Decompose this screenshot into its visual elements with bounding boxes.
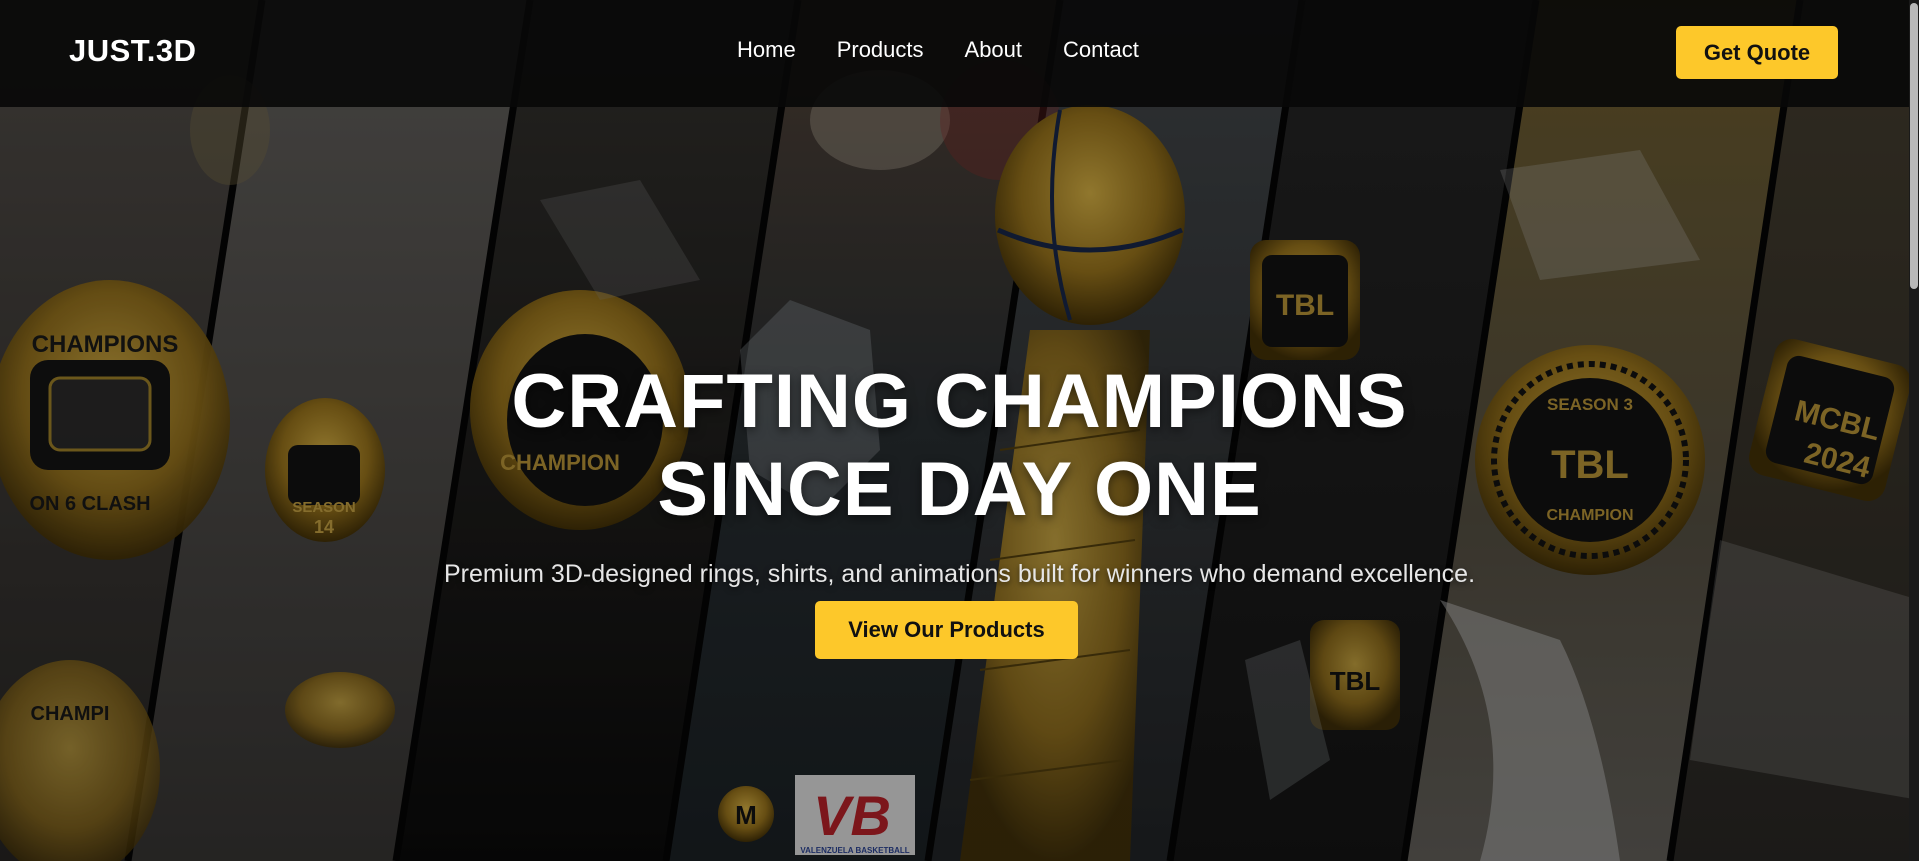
hero-title-line-1: CRAFTING CHAMPIONS: [511, 359, 1408, 444]
hero-subtitle: Premium 3D-designed rings, shirts, and a…: [443, 560, 1476, 588]
brand-logo[interactable]: JUST.3D: [69, 33, 197, 69]
svg-text:TBL: TBL: [1330, 666, 1381, 696]
hero-title-line-2: SINCE DAY ONE: [657, 447, 1262, 532]
top-navbar: JUST.3D Home Products About Contact Get …: [0, 0, 1919, 107]
hero-title: CRAFTING CHAMPIONS SINCE DAY ONE: [0, 358, 1919, 534]
svg-text:VB: VB: [813, 784, 891, 847]
nav-link-contact[interactable]: Contact: [1063, 37, 1139, 63]
view-products-button[interactable]: View Our Products: [815, 601, 1078, 659]
svg-text:TBL: TBL: [1276, 289, 1334, 322]
nav-link-about[interactable]: About: [965, 37, 1023, 63]
svg-text:VALENZUELA BASKETBALL: VALENZUELA BASKETBALL: [800, 846, 909, 855]
svg-text:M: M: [735, 800, 757, 830]
svg-text:CHAMPI: CHAMPI: [31, 703, 110, 725]
nav-link-products[interactable]: Products: [837, 37, 924, 63]
nav-link-home[interactable]: Home: [737, 37, 796, 63]
main-nav: Home Products About Contact: [737, 37, 1139, 63]
svg-text:CHAMPIONS: CHAMPIONS: [32, 331, 179, 358]
get-quote-button[interactable]: Get Quote: [1676, 26, 1838, 79]
scrollbar-thumb[interactable]: [1910, 3, 1918, 289]
page-scrollbar[interactable]: [1909, 0, 1919, 861]
